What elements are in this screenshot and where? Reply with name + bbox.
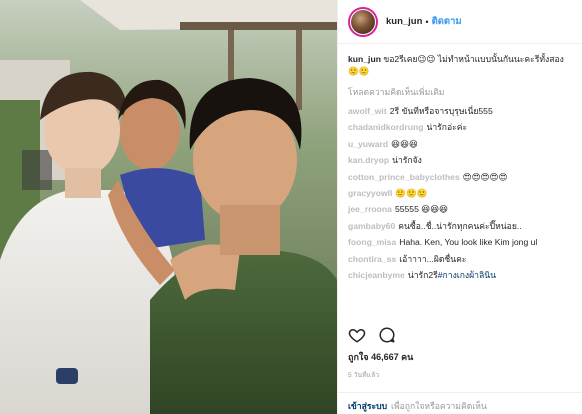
comment-item: gracyyowll 🙂🙂🙂 (348, 187, 572, 199)
comment-text: 55555 😆😆😆 (394, 204, 449, 215)
comment-username[interactable]: gracyyowll (348, 188, 392, 198)
comment-item: jee_rroona 55555 😆😆😆 (348, 203, 572, 215)
post-header: kun_jun • ติดตาม (338, 0, 582, 44)
comment-username[interactable]: awolf_wit (348, 106, 387, 116)
login-prompt: เข้าสู่ระบบ เพื่อถูกใจหรือความคิดเห็น (338, 392, 582, 414)
login-link[interactable]: เข้าสู่ระบบ (348, 401, 387, 411)
comment-item: u_yuward 😆😆😆 (348, 138, 572, 150)
follow-button[interactable]: ติดตาม (432, 14, 462, 29)
post-timestamp: 5 วันที่แล้ว (348, 372, 380, 379)
comment-text: 😍😍😍😍😍 (462, 171, 508, 182)
post-side-panel: kun_jun • ติดตาม kun_jun ขอ2รีเคย😉😉 ไม่ท… (337, 0, 582, 414)
comment-username[interactable]: kan.dryop (348, 155, 389, 165)
comment-text: 🙂🙂🙂 (395, 188, 428, 199)
load-more-comments-button[interactable]: โหลดความคิดเห็นเพิ่มเติม (348, 85, 572, 99)
comment-item: cotton_prince_babyclothes 😍😍😍😍😍 (348, 171, 572, 183)
hashtag-link[interactable]: #กางเกงผ้าลินิน (438, 270, 496, 280)
comment-item: foong_misa Haha. Ken, You look like Kim j… (348, 236, 572, 248)
separator-dot: • (425, 16, 429, 27)
comment-text: เอ้าาาา...ผิดชื่นคะ (399, 253, 467, 264)
comment-item: chicjeanbyme น่ารัก2รี#กางเกงผ้าลินิน (348, 269, 572, 281)
comment-text: น่ารักจัง (392, 155, 422, 166)
comment-username[interactable]: foong_misa (348, 237, 396, 247)
comment-bubble-icon[interactable] (378, 326, 396, 344)
comment-text: น่ารักอ่ะค่ะ (426, 122, 468, 133)
comment-text: น่ารัก2รี (407, 270, 438, 281)
comment-text: Haha. Ken, You look like Kim jong ul (399, 237, 538, 248)
comments-list[interactable]: kun_jun ขอ2รีเคย😉😉 ไม่ทำหน้าแบบนั้นกันนะ… (338, 44, 582, 318)
likes-count[interactable]: ถูกใจ 46,667 คน (348, 350, 413, 364)
comment-text: 😆😆😆 (391, 138, 419, 149)
avatar[interactable] (348, 6, 378, 37)
comment-text: 2รี ขันทีหรือจารบุรุษเนี่ย555 (389, 106, 493, 116)
comment-item: chontira_ss เอ้าาาา...ผิดชื่นคะ (348, 253, 572, 265)
post-actions (348, 326, 396, 344)
comment-item: kan.dryop น่ารักจัง (348, 154, 572, 166)
post-photo[interactable] (0, 0, 337, 414)
avatar-image (351, 9, 375, 34)
header-username[interactable]: kun_jun (386, 16, 422, 27)
comment-username[interactable]: chadanidkordrung (348, 122, 423, 132)
caption-text: ขอ2รีเคย😉😉 ไม่ทำหน้าแบบนั้นกันนะคะรีทั้ง… (348, 54, 564, 76)
comment-username[interactable]: gambaby60 (348, 221, 395, 231)
post-caption: kun_jun ขอ2รีเคย😉😉 ไม่ทำหน้าแบบนั้นกันนะ… (348, 53, 572, 77)
comment-username[interactable]: chontira_ss (348, 254, 396, 264)
comment-item: awolf_wit 2รี ขันทีหรือจารบุรุษเนี่ย555 (348, 105, 572, 117)
comment-text: คนซื้อ..ชื่..น่ารักทุกคนค่ะปี๊หน่อย.. (398, 220, 522, 231)
comment-item: gambaby60 คนซื้อ..ชื่..น่ารักทุกคนค่ะปี๊ห… (348, 220, 572, 232)
login-prompt-text: เพื่อถูกใจหรือความคิดเห็น (391, 401, 487, 411)
heart-outline-icon[interactable] (348, 326, 366, 344)
post-image (0, 0, 337, 414)
comment-username[interactable]: jee_rroona (348, 204, 392, 214)
comment-item: chadanidkordrung น่ารักอ่ะค่ะ (348, 121, 572, 133)
comment-username[interactable]: u_yuward (348, 139, 388, 149)
comment-username[interactable]: chicjeanbyme (348, 270, 405, 280)
caption-username[interactable]: kun_jun (348, 54, 381, 64)
comment-username[interactable]: cotton_prince_babyclothes (348, 172, 460, 182)
